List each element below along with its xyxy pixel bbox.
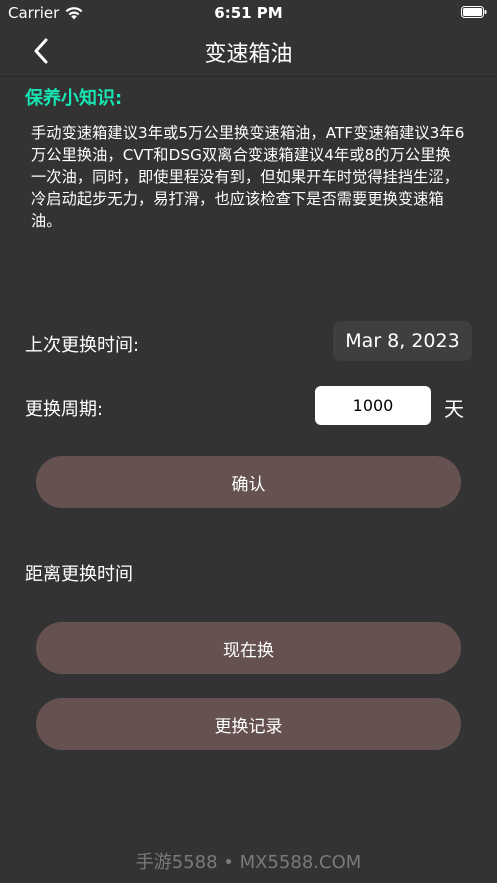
navigation-bar: 变速箱油	[0, 26, 497, 77]
tips-title: 保养小知识:	[25, 88, 123, 109]
period-unit-label: 天	[444, 397, 464, 421]
last-change-date-picker[interactable]: Mar 8, 2023	[333, 321, 472, 361]
period-label: 更换周期:	[25, 399, 104, 420]
remaining-time-label: 距离更换时间	[25, 564, 133, 585]
confirm-button[interactable]: 确认	[36, 456, 461, 508]
status-bar: Carrier 6:51 PM	[0, 0, 497, 26]
change-history-button[interactable]: 更换记录	[36, 698, 461, 750]
period-input[interactable]	[315, 386, 431, 425]
page-title: 变速箱油	[204, 42, 293, 67]
tips-body: 手动变速箱建议3年或5万公里换变速箱油，ATF变速箱建议3年6万公里换油，CVT…	[31, 124, 465, 230]
status-time: 6:51 PM	[214, 4, 283, 22]
change-now-button[interactable]: 现在换	[36, 622, 461, 674]
battery-icon	[461, 6, 487, 18]
last-change-label: 上次更换时间:	[25, 335, 140, 356]
watermark-text: 手游5588 • MX5588.COM	[135, 852, 362, 873]
